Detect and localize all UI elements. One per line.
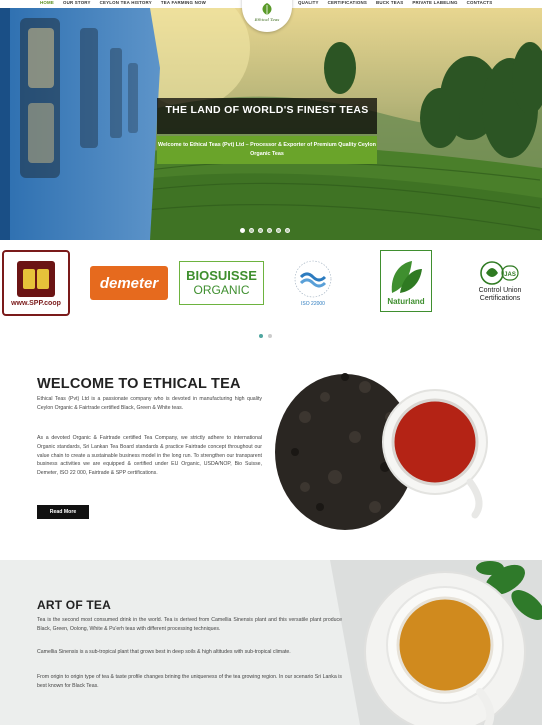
hero-pagination — [240, 228, 290, 233]
nav-item-contacts[interactable]: CONTACTS — [467, 0, 493, 6]
spp-logo[interactable]: www.SPP.coop — [2, 250, 70, 316]
spp-label: www.SPP.coop — [11, 300, 61, 307]
iso-label: ISO 22000 — [301, 301, 325, 307]
nav-item-private-labeling[interactable]: PRIVATE LABELING — [412, 0, 457, 6]
biosuisse-logo[interactable]: BIOSUISSE ORGANIC — [179, 261, 264, 305]
cu-label-line1: Control Union — [478, 287, 522, 294]
demeter-logo[interactable]: demeter — [90, 266, 168, 300]
welcome-paragraph-1: Ethical Teas (Pvt) Ltd is a passionate c… — [37, 396, 262, 411]
nav-left-group: HOME OUR STORY CEYLON TEA HISTORY TEA FA… — [40, 0, 206, 6]
hero-dot-1[interactable] — [240, 228, 245, 233]
nav-item-tea-farming-now[interactable]: TEA FARMING NOW — [161, 0, 206, 6]
hero-title: THE LAND OF WORLD'S FINEST TEAS — [157, 98, 377, 134]
hero-dot-2[interactable] — [249, 228, 254, 233]
certifications-carousel: www.SPP.coop demeter BIOSUISSE ORGANIC I… — [0, 240, 542, 342]
nav-item-quality[interactable]: QUALITY — [298, 0, 319, 6]
nav-item-certifications[interactable]: CERTIFICATIONS — [328, 0, 367, 6]
biosuisse-line1: BIOSUISSE — [186, 268, 257, 283]
naturland-logo[interactable]: Naturland — [380, 250, 432, 312]
certifications-pagination — [259, 334, 272, 338]
tea-leaves-cup-image — [275, 373, 488, 530]
nav-item-home[interactable]: HOME — [40, 0, 54, 6]
cert-dot-1[interactable] — [259, 334, 263, 338]
logo-text: Ethical Teas — [254, 17, 280, 22]
read-more-button[interactable]: Read More — [37, 505, 89, 519]
art-paragraph-1: Tea is the second most consumed drink in… — [37, 617, 342, 632]
iso-logo[interactable]: ISO 22000 — [290, 250, 336, 316]
hero-slider: THE LAND OF WORLD'S FINEST TEAS Welcome … — [0, 8, 542, 240]
hero-dot-5[interactable] — [276, 228, 281, 233]
nav-item-ceylon-tea-history[interactable]: CEYLON TEA HISTORY — [100, 0, 152, 6]
nav-item-buck-teas[interactable]: BUCK TEAS — [376, 0, 403, 6]
control-union-logo[interactable]: JAS Control Union Certifications — [470, 250, 530, 312]
hero-subtitle: Welcome to Ethical Teas (Pvt) Ltd – Proc… — [157, 136, 377, 164]
demeter-label: demeter — [99, 274, 159, 292]
jas-badge: JAS — [504, 272, 516, 278]
hero-dot-3[interactable] — [258, 228, 263, 233]
hero-dot-4[interactable] — [267, 228, 272, 233]
welcome-section: WELCOME TO ETHICAL TEA Ethical Teas (Pvt… — [0, 342, 542, 560]
hero-dot-6[interactable] — [285, 228, 290, 233]
naturland-label: Naturland — [387, 296, 425, 306]
art-title: ART OF TEA — [37, 598, 111, 612]
jas-icon: JAS — [480, 261, 519, 285]
leaf-icon — [262, 3, 272, 15]
art-paragraph-2: Camellia Sinensis is a sub-tropical plan… — [37, 649, 291, 655]
welcome-paragraph-2: As a devoted Organic & Fairtrade certifi… — [37, 435, 262, 477]
naturland-leaf-icon — [391, 260, 422, 293]
cert-dot-2[interactable] — [268, 334, 272, 338]
biosuisse-line2: ORGANIC — [193, 283, 250, 297]
welcome-title: WELCOME TO ETHICAL TEA — [37, 376, 241, 392]
iso-wave-icon — [294, 260, 332, 298]
nav-item-our-story[interactable]: OUR STORY — [63, 0, 91, 6]
spp-icon — [17, 261, 55, 297]
art-paragraph-3: From origin to origin type of tea & tast… — [37, 674, 342, 689]
nav-right-group: QUALITY CERTIFICATIONS BUCK TEAS PRIVATE… — [298, 0, 492, 6]
cu-label-line2: Certifications — [479, 295, 521, 302]
art-background-image — [0, 560, 542, 725]
art-of-tea-section: ART OF TEA Tea is the second most consum… — [0, 560, 542, 725]
